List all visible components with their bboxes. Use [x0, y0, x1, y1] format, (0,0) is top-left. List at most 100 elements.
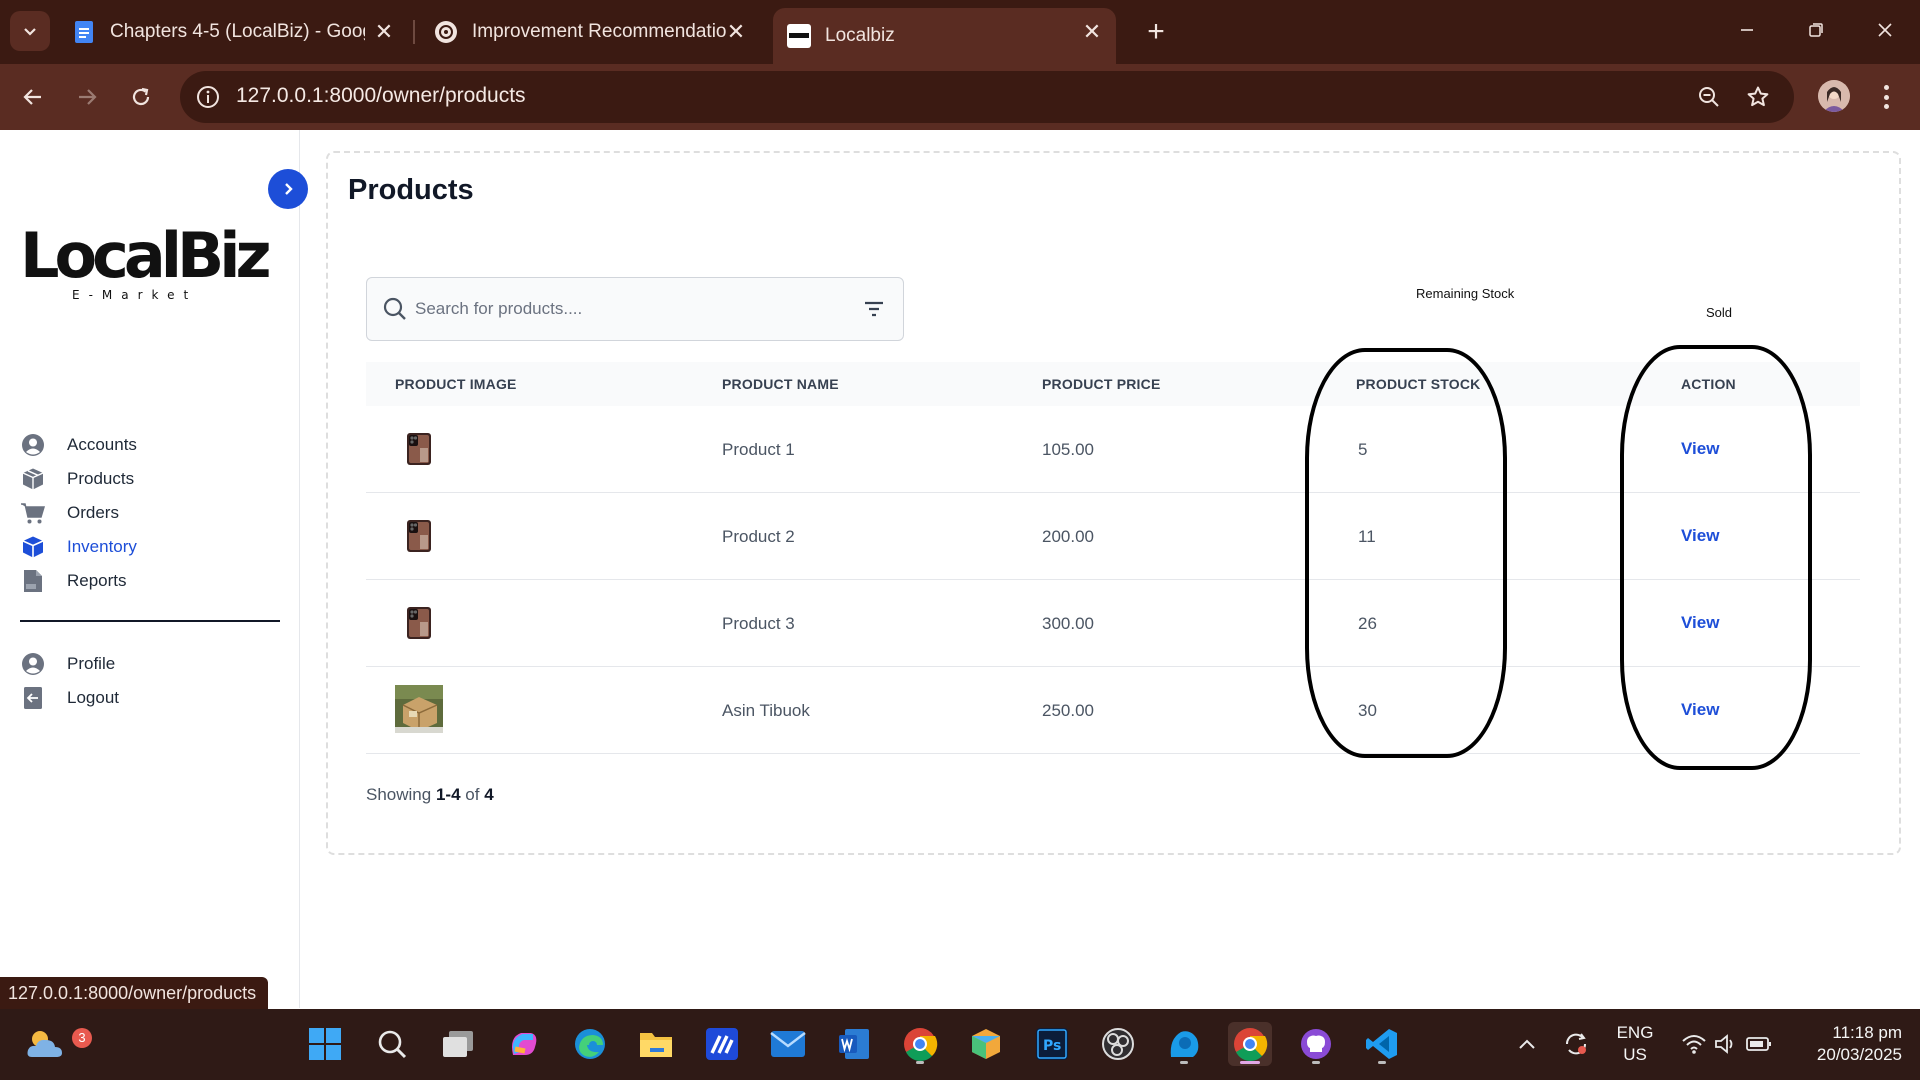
profile-avatar[interactable] — [1818, 80, 1850, 112]
sidebar: LocalBiz E-Market Accounts Products Orde… — [0, 130, 308, 1008]
obs-icon — [1102, 1028, 1134, 1060]
quick-settings-button[interactable] — [1667, 1022, 1787, 1066]
vscode-app[interactable] — [1360, 1022, 1404, 1066]
running-indicator — [1312, 1061, 1320, 1064]
sidebar-menu: Accounts Products Orders Inventory Repor… — [20, 428, 137, 598]
running-indicator — [916, 1061, 924, 1064]
product-name: Asin Tibuok — [722, 701, 810, 720]
sidebar-divider — [20, 620, 280, 622]
browser-menu-button[interactable] — [1872, 82, 1900, 112]
annotation-remaining-stock: Remaining Stock — [1416, 286, 1515, 301]
cube-icon — [20, 534, 46, 560]
close-tab-icon[interactable]: ✕ — [1080, 19, 1104, 44]
edge-icon — [575, 1029, 605, 1059]
page-title: Products — [348, 174, 474, 206]
restore-button[interactable] — [1793, 10, 1839, 50]
sidebar-toggle-button[interactable] — [268, 169, 308, 209]
zoom-button[interactable] — [1694, 82, 1724, 112]
new-tab-button[interactable]: + — [1138, 14, 1174, 50]
app-icon — [1170, 1031, 1199, 1057]
chrome-app[interactable] — [1228, 1022, 1272, 1066]
product-image — [395, 685, 443, 733]
tab-search-button[interactable] — [10, 11, 50, 51]
product-price: 300.00 — [1042, 614, 1094, 633]
sidebar-item-accounts[interactable]: Accounts — [20, 428, 137, 462]
search-icon — [383, 297, 406, 320]
mail-app[interactable] — [766, 1022, 810, 1066]
minimize-button[interactable] — [1724, 10, 1770, 50]
sidebar-item-label: Inventory — [67, 537, 137, 556]
photoshop-app[interactable]: Ps — [1030, 1022, 1074, 1066]
back-button[interactable] — [12, 76, 54, 118]
taskbar-search-button[interactable] — [370, 1022, 414, 1066]
url-text: 127.0.0.1:8000/owner/products — [236, 84, 526, 107]
address-bar[interactable]: 127.0.0.1:8000/owner/products — [180, 71, 1794, 123]
task-view-icon — [443, 1031, 473, 1057]
sidebar-item-profile[interactable]: Profile — [20, 647, 119, 681]
close-tab-icon[interactable]: ✕ — [372, 19, 396, 44]
minimize-icon — [1741, 29, 1753, 31]
github-icon — [1301, 1029, 1331, 1059]
svg-text:Ps: Ps — [1043, 1038, 1061, 1054]
close-tab-icon[interactable]: ✕ — [724, 19, 748, 44]
reload-button[interactable] — [120, 76, 162, 118]
monday-app[interactable] — [700, 1022, 744, 1066]
start-button[interactable] — [303, 1022, 347, 1066]
sidebar-item-reports[interactable]: Reports — [20, 564, 137, 598]
copilot-app[interactable] — [502, 1022, 546, 1066]
tab-localbiz[interactable]: Localbiz ✕ — [773, 8, 1116, 64]
kebab-dot — [1883, 104, 1889, 109]
chrome-icon — [1234, 1028, 1268, 1061]
github-desktop-app[interactable] — [1294, 1022, 1338, 1066]
monday-icon — [706, 1028, 738, 1060]
show-hidden-icons-button[interactable] — [1505, 1022, 1549, 1066]
weather-cloud-icon — [27, 1031, 62, 1057]
search-input[interactable] — [415, 294, 835, 324]
windows-logo-icon — [309, 1028, 341, 1060]
pdf-file-icon — [20, 568, 46, 594]
edge-app[interactable] — [568, 1022, 612, 1066]
clock[interactable]: 11:18 pm 20/03/2025 — [1790, 1022, 1902, 1066]
obs-app[interactable] — [1096, 1022, 1140, 1066]
arrow-right-icon — [79, 89, 97, 105]
restore-icon — [1809, 23, 1823, 37]
vscode-icon — [1366, 1029, 1397, 1059]
avatar-icon — [1818, 80, 1850, 112]
bookmark-button[interactable] — [1743, 82, 1773, 112]
site-info-icon[interactable] — [194, 83, 222, 111]
localbiz-logo: LocalBiz E-Market — [20, 219, 272, 303]
sidebar-item-orders[interactable]: Orders — [20, 496, 137, 530]
task-view-button[interactable] — [436, 1022, 480, 1066]
logo-brand: LocalBiz — [20, 219, 272, 292]
kebab-dot — [1883, 85, 1889, 90]
chrome-app-secondary[interactable] — [898, 1022, 942, 1066]
word-app[interactable] — [832, 1022, 876, 1066]
filter-icon[interactable] — [863, 299, 885, 319]
tab-title: Improvement Recommendations — [472, 21, 727, 42]
active-indicator — [1240, 1061, 1260, 1064]
product-name: Product 3 — [722, 614, 795, 633]
product-name: Product 2 — [722, 527, 795, 546]
sidebar-item-inventory[interactable]: Inventory — [20, 530, 137, 564]
close-window-button[interactable] — [1862, 10, 1908, 50]
file-explorer-app[interactable] — [634, 1022, 678, 1066]
localbiz-favicon-icon — [787, 24, 811, 48]
tab-google-docs[interactable]: Chapters 4-5 (LocalBiz) - Google Docs ✕ — [58, 8, 408, 56]
pagination-info: Showing 1-4 of 4 — [366, 785, 494, 805]
copilot-icon — [512, 1033, 537, 1055]
forward-button[interactable] — [66, 76, 108, 118]
product-image — [407, 433, 431, 465]
tab-improvement-recommendations[interactable]: Improvement Recommendations ✕ — [420, 8, 760, 56]
weather-widget[interactable]: 3 — [24, 1022, 92, 1066]
cube-3d-icon — [972, 1029, 1000, 1059]
sidebar-item-products[interactable]: Products — [20, 462, 137, 496]
sync-tray-button[interactable] — [1554, 1022, 1598, 1066]
browser-toolbar: 127.0.0.1:8000/owner/products — [0, 64, 1920, 130]
status-bar-url: 127.0.0.1:8000/owner/products — [0, 977, 269, 1009]
sidebar-item-logout[interactable]: Logout — [20, 681, 119, 715]
language-indicator[interactable]: ENG US — [1610, 1022, 1660, 1066]
pinned-app[interactable] — [1162, 1022, 1206, 1066]
pagination-of: of — [465, 785, 480, 804]
3d-app[interactable] — [964, 1022, 1008, 1066]
google-docs-icon — [75, 21, 93, 43]
